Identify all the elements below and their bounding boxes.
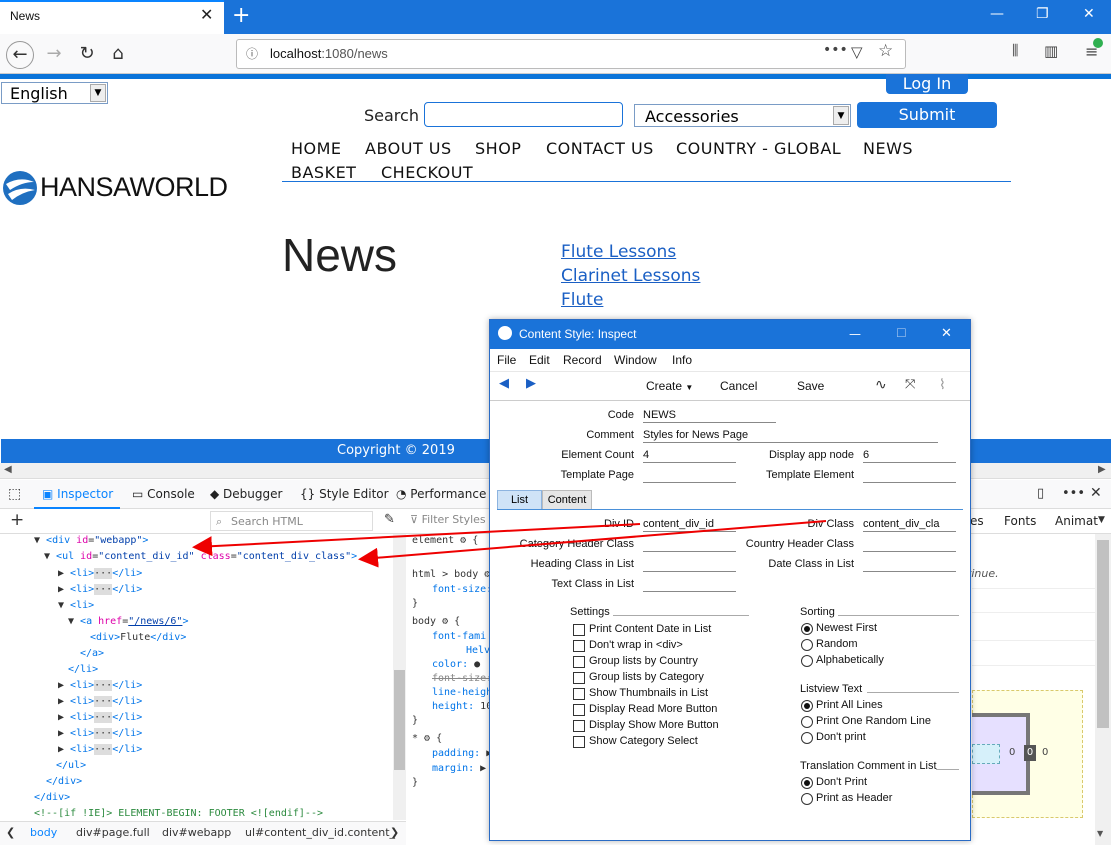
arrow-div-id (192, 523, 641, 557)
annotation-arrows (192, 520, 827, 568)
